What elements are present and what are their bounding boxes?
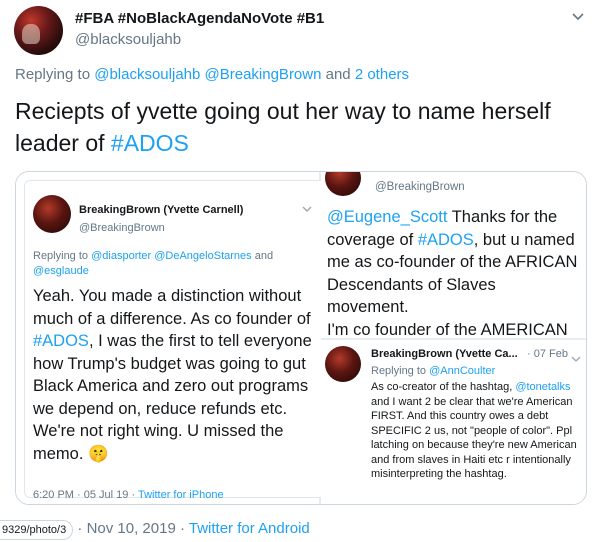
screenshot-date: · 07 Feb [527, 348, 568, 360]
screenshot-reply-label: Replying to [371, 365, 427, 377]
screenshot-source: Twitter for iPhone [137, 489, 224, 501]
screenshot-mention: @Eugene_Scott [327, 208, 448, 226]
screenshot-text-3: I'm co founder of the AMERICAN [327, 320, 568, 339]
screenshot-reply-handles: @diasporter @DeAngeloStarnes [91, 250, 252, 262]
screenshot-tweet-text: @Eugene_Scott Thanks for the coverage of… [327, 206, 579, 339]
chevron-down-icon[interactable] [570, 10, 586, 24]
screenshot-reply-handle: @AnnCoulter [429, 365, 496, 377]
screenshot-text-1: Yeah. You made a distinction without muc… [33, 287, 311, 328]
chevron-down-icon [571, 350, 581, 368]
screenshot-time: 6:20 PM · 05 Jul 19 · [33, 489, 138, 501]
author-avatar[interactable] [14, 6, 63, 55]
replying-to-label: Replying to [15, 66, 91, 83]
reply-and-label: and [325, 66, 351, 83]
chevron-down-icon [301, 201, 313, 219]
author-display-name[interactable]: #FBA #NoBlackAgendaNoVote #B1 [75, 10, 324, 27]
screenshot-mention: @tonetalks [515, 381, 571, 393]
reply-others-link[interactable]: 2 others [355, 66, 409, 83]
tweet-date[interactable]: · Nov 10, 2019 · [77, 520, 188, 537]
screenshot-display-name: BreakingBrown (Yvette Ca... [371, 348, 518, 360]
photo-grid[interactable]: BreakingBrown (Yvette Carnell) @Breaking… [15, 171, 587, 505]
screenshot-display-name: BreakingBrown (Yvette Carnell) [79, 204, 244, 216]
photo-2[interactable]: @BreakingBrown @Eugene_Scott Thanks for … [321, 172, 586, 340]
tweet-footer: 9329/photo/3 · Nov 10, 2019 · Twitter fo… [0, 520, 310, 540]
screenshot-replying-to: Replying to @AnnCoulter [371, 364, 495, 379]
screenshot-hashtag: #ADOS [417, 230, 474, 249]
replying-to-line: Replying to @blacksouljahb @BreakingBrow… [15, 66, 409, 83]
screenshot-text-1: As co-creator of the hashtag, [371, 381, 516, 393]
screenshot-reply-handle-2: @esglaude [33, 265, 89, 277]
photo-1[interactable]: BreakingBrown (Yvette Carnell) @Breaking… [16, 172, 326, 504]
screenshot-tweet-text: As co-creator of the hashtag, @tonetalks… [371, 380, 581, 482]
reply-handles-link[interactable]: @blacksouljahb @BreakingBrown [94, 66, 321, 83]
screenshot-text-2: , I was the first to tell everyone how T… [33, 332, 312, 463]
screenshot-avatar [325, 346, 361, 382]
screenshot-avatar [33, 195, 71, 233]
screenshot-reply-label: Replying to [33, 250, 89, 262]
screenshot-handle: @BreakingBrown [79, 222, 165, 234]
tweet-text-body: Reciepts of yvette going out her way to … [15, 98, 551, 156]
hashtag-link[interactable]: #ADOS [111, 130, 189, 156]
screenshot-reply-and: and [254, 250, 274, 262]
author-handle[interactable]: @blacksouljahb [75, 31, 181, 48]
screenshot-timestamp: 6:20 PM · 05 Jul 19 · Twitter for iPhone [33, 489, 224, 501]
tweet-text: Reciepts of yvette going out her way to … [15, 95, 575, 159]
screenshot-tweet-text: Yeah. You made a distinction without muc… [33, 285, 319, 465]
screenshot-handle: @BreakingBrown [375, 181, 465, 193]
screenshot-text-2: and I want 2 be clear that we're America… [371, 395, 577, 481]
screenshot-replying-to: Replying to @diasporter @DeAngeloStarnes… [33, 249, 313, 279]
screenshot-tweet-card: BreakingBrown (Yvette Carnell) @Breaking… [24, 180, 326, 501]
url-tooltip: 9329/photo/3 [0, 520, 74, 540]
photo-3[interactable]: BreakingBrown (Yvette Ca... · 07 Feb Rep… [321, 340, 586, 504]
screenshot-avatar [325, 172, 361, 196]
screenshot-hashtag: #ADOS [33, 332, 89, 350]
tweet-source-link[interactable]: Twitter for Android [189, 520, 310, 537]
